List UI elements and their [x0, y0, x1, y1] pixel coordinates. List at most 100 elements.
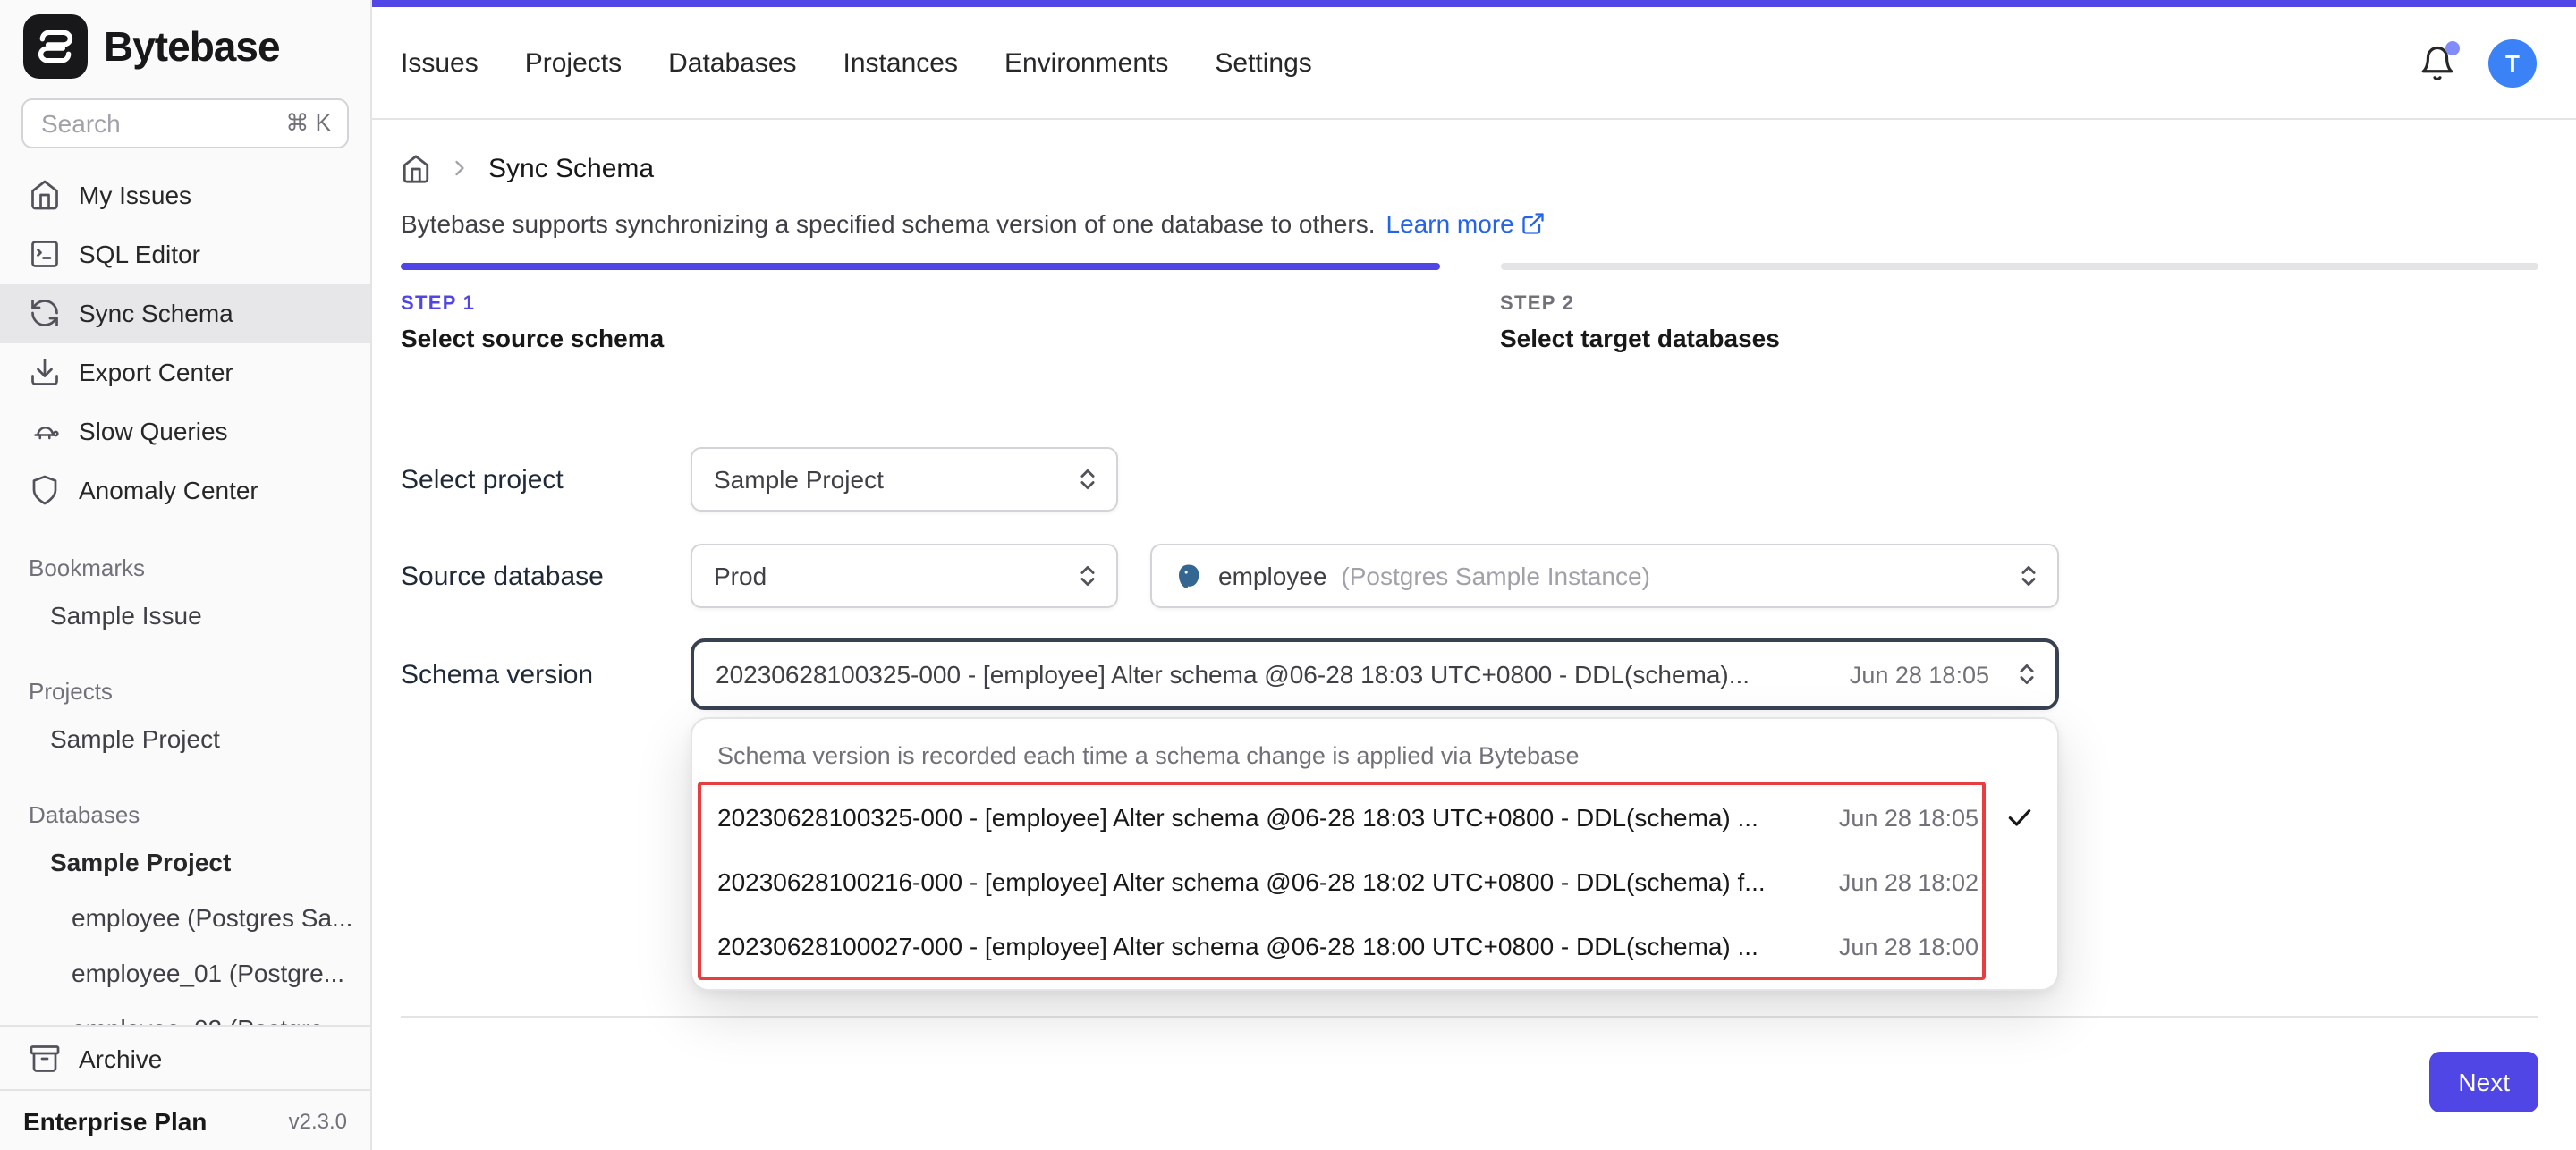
- section-title-databases: Databases: [0, 796, 370, 835]
- sidebar-item-label: My Issues: [79, 182, 191, 210]
- sidebar-item-archive[interactable]: Archive: [0, 1025, 370, 1089]
- download-icon: [29, 357, 61, 389]
- bytebase-logo-icon: [23, 15, 88, 80]
- select-project-label: Select project: [401, 464, 691, 495]
- sidebar-item-sample-issue[interactable]: Sample Issue: [0, 588, 370, 644]
- database-select-value: employee: [1218, 562, 1326, 590]
- search-input[interactable]: [41, 109, 285, 138]
- sql-editor-icon: [29, 239, 61, 271]
- notification-dot: [2445, 40, 2460, 55]
- sidebar-item-export-center[interactable]: Export Center: [0, 343, 370, 402]
- description-text: Bytebase supports synchronizing a specif…: [401, 209, 1376, 238]
- version-label: v2.3.0: [289, 1108, 347, 1133]
- schema-version-select-value: 20230628100325-000 - [employee] Alter sc…: [716, 660, 1828, 689]
- postgres-icon: [1174, 561, 1204, 591]
- sidebar-item-db-sample-project[interactable]: Sample Project: [0, 835, 370, 891]
- page-title: Sync Schema: [488, 153, 654, 183]
- wizard-footer: Next: [401, 1052, 2538, 1112]
- select-project-row: Select project Sample Project: [401, 447, 2538, 512]
- turtle-icon: [29, 416, 61, 448]
- select-chevrons-icon: [1075, 563, 1100, 588]
- schema-version-row: Schema version 20230628100325-000 - [emp…: [401, 638, 2538, 710]
- sidebar-item-label: Export Center: [79, 359, 233, 387]
- schema-version-dropdown-panel: Schema version is recorded each time a s…: [691, 717, 2059, 991]
- source-database-label: Source database: [401, 561, 691, 591]
- step-1: STEP 1 Select source schema: [401, 263, 1439, 352]
- schema-version-select-date: Jun 28 18:05: [1850, 661, 1989, 688]
- main-area: Issues Projects Databases Instances Envi…: [372, 0, 2576, 1150]
- step-1-title: Select source schema: [401, 324, 1439, 352]
- nav-instances[interactable]: Instances: [843, 47, 958, 78]
- select-chevrons-icon: [2014, 662, 2039, 687]
- step-indicator: STEP 1 Select source schema STEP 2 Selec…: [401, 263, 2538, 352]
- schema-version-select[interactable]: 20230628100325-000 - [employee] Alter sc…: [691, 638, 2059, 710]
- step-1-number: STEP 1: [401, 293, 1439, 315]
- option-text: 20230628100216-000 - [employee] Alter sc…: [717, 867, 1818, 896]
- nav-projects[interactable]: Projects: [525, 47, 622, 78]
- sidebar-item-db-employee[interactable]: employee (Postgres Sa...: [0, 891, 370, 946]
- home-icon: [29, 180, 61, 212]
- archive-icon: [29, 1042, 61, 1074]
- brand-name: Bytebase: [104, 23, 280, 72]
- nav-databases[interactable]: Databases: [668, 47, 796, 78]
- environment-select[interactable]: Prod: [691, 544, 1118, 608]
- environment-select-value: Prod: [714, 562, 1064, 590]
- user-avatar[interactable]: T: [2488, 38, 2537, 87]
- option-date: Jun 28 18:02: [1839, 868, 1979, 895]
- sidebar-menu: My Issues SQL Editor Sync Schema Export …: [0, 166, 370, 520]
- external-link-icon: [1521, 211, 1546, 236]
- step-2-progress-bar: [1500, 263, 2538, 270]
- content-divider: [401, 1016, 2538, 1018]
- sidebar-item-db-employee-01[interactable]: employee_01 (Postgre...: [0, 946, 370, 1002]
- sidebar-footer: Enterprise Plan v2.3.0: [0, 1089, 370, 1150]
- schema-version-option-3[interactable]: 20230628100027-000 - [employee] Alter sc…: [692, 914, 2057, 978]
- step-2-title: Select target databases: [1500, 324, 2538, 352]
- sidebar-item-my-issues[interactable]: My Issues: [0, 166, 370, 225]
- schema-version-option-2[interactable]: 20230628100216-000 - [employee] Alter sc…: [692, 850, 2057, 914]
- nav-issues[interactable]: Issues: [401, 47, 479, 78]
- search-shortcut: ⌘ K: [285, 109, 331, 138]
- project-select[interactable]: Sample Project: [691, 447, 1118, 512]
- search-box[interactable]: ⌘ K: [21, 97, 349, 148]
- option-text: 20230628100325-000 - [employee] Alter sc…: [717, 803, 1818, 832]
- section-title-projects: Projects: [0, 672, 370, 712]
- breadcrumb: Sync Schema: [401, 147, 2538, 190]
- sidebar-item-label: Sync Schema: [79, 300, 233, 328]
- select-chevrons-icon: [2016, 563, 2041, 588]
- breadcrumb-home-icon[interactable]: [401, 153, 431, 183]
- source-database-row: Source database Prod employee (Postgres …: [401, 544, 2538, 608]
- option-date: Jun 28 18:05: [1839, 804, 1979, 831]
- database-instance-label: (Postgres Sample Instance): [1341, 562, 1991, 590]
- nav-environments[interactable]: Environments: [1004, 47, 1168, 78]
- top-progress-bar: [372, 0, 2576, 7]
- schema-version-option-1[interactable]: 20230628100325-000 - [employee] Alter sc…: [692, 785, 2057, 850]
- check-icon: [1996, 803, 2043, 832]
- sidebar-item-sql-editor[interactable]: SQL Editor: [0, 225, 370, 284]
- sync-icon: [29, 298, 61, 330]
- sidebar-item-db-employee-02[interactable]: employee_02 (Postgre: [0, 1002, 370, 1025]
- nav-settings[interactable]: Settings: [1215, 47, 1311, 78]
- sidebar-item-sync-schema[interactable]: Sync Schema: [0, 284, 370, 343]
- sidebar-item-slow-queries[interactable]: Slow Queries: [0, 402, 370, 461]
- database-select[interactable]: employee (Postgres Sample Instance): [1150, 544, 2059, 608]
- notification-bell-icon[interactable]: [2419, 44, 2456, 81]
- plan-label[interactable]: Enterprise Plan: [23, 1106, 207, 1135]
- top-navigation: Issues Projects Databases Instances Envi…: [372, 0, 2576, 120]
- bytebase-logo[interactable]: Bytebase: [0, 0, 370, 94]
- sidebar-item-anomaly-center[interactable]: Anomaly Center: [0, 461, 370, 520]
- archive-label: Archive: [79, 1044, 162, 1072]
- option-text: 20230628100027-000 - [employee] Alter sc…: [717, 932, 1818, 960]
- learn-more-link[interactable]: Learn more: [1386, 209, 1546, 238]
- topnav-right: T: [2419, 38, 2537, 87]
- select-chevrons-icon: [1075, 467, 1100, 492]
- shield-icon: [29, 475, 61, 507]
- dropdown-hint: Schema version is recorded each time a s…: [692, 719, 2057, 785]
- chevron-right-icon: [447, 156, 472, 181]
- dropdown-options: 20230628100325-000 - [employee] Alter sc…: [692, 785, 2057, 978]
- sidebar-item-sample-project[interactable]: Sample Project: [0, 712, 370, 767]
- learn-more-label: Learn more: [1386, 209, 1514, 238]
- next-button[interactable]: Next: [2429, 1052, 2538, 1112]
- section-title-bookmarks: Bookmarks: [0, 549, 370, 588]
- sidebar-item-label: SQL Editor: [79, 241, 200, 269]
- project-select-value: Sample Project: [714, 465, 1064, 494]
